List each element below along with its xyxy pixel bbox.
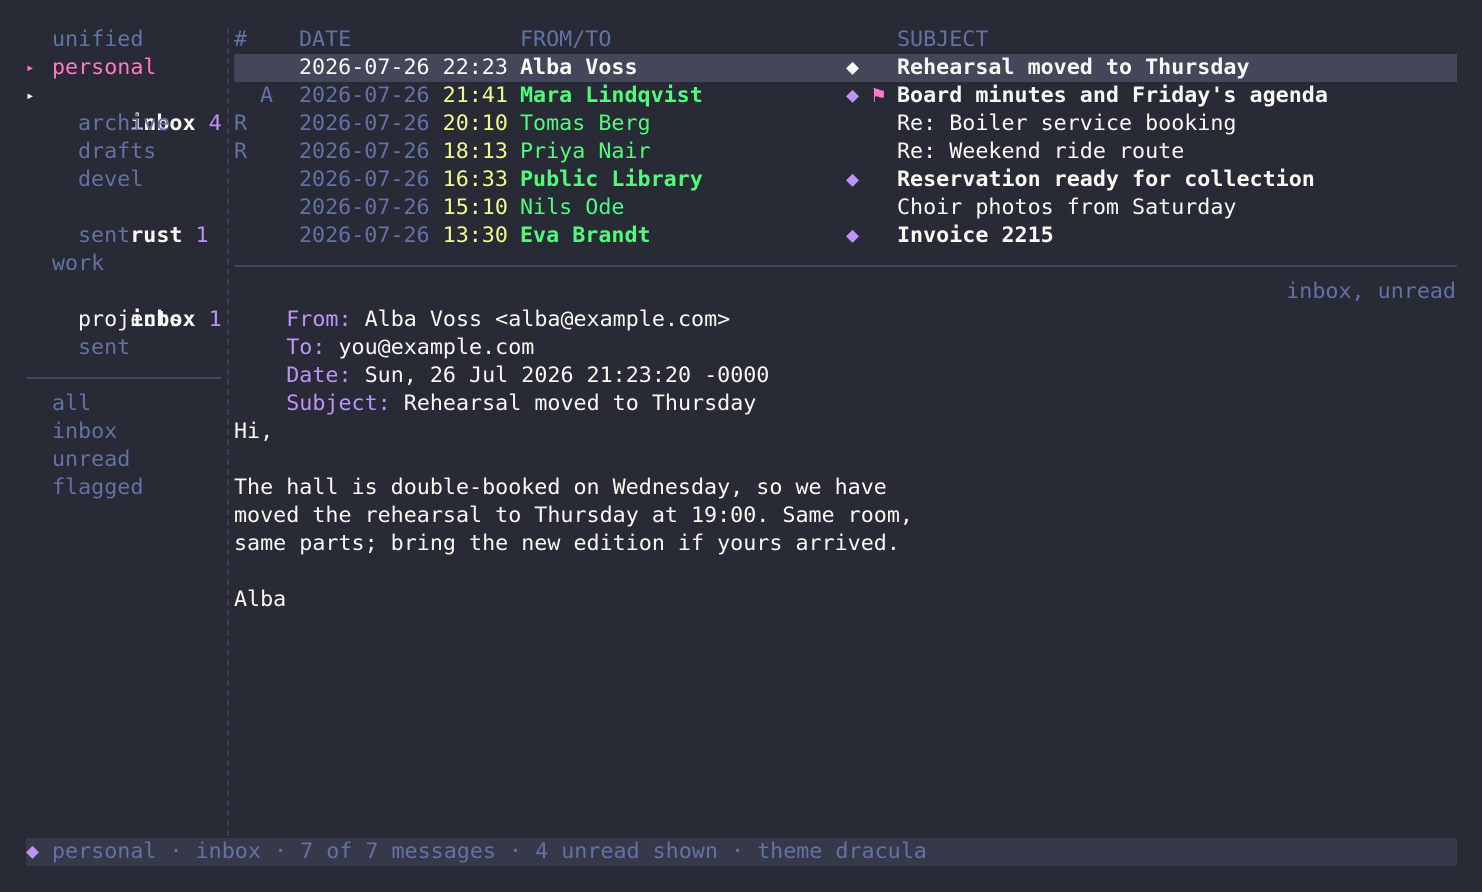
sidebar-item-devel[interactable]: devel <box>78 166 143 194</box>
message-date: 2026-07-26 21:41 <box>299 82 508 110</box>
unread-diamond-icon: ◆ <box>846 83 860 108</box>
message-from: Priya Nair <box>520 139 651 164</box>
table-row[interactable]: 2026-07-26 15:10 Nils Ode Choir photos f… <box>234 194 1457 222</box>
table-row[interactable]: 2026-07-26 22:23 Alba Voss ◆ Rehearsal m… <box>234 54 1457 82</box>
time-text: 16:33 <box>442 167 508 192</box>
unread-count: 1 <box>195 223 209 248</box>
sidebar-item-projects[interactable]: projects <box>78 306 182 334</box>
date-text: 2026-07-26 <box>299 195 430 220</box>
date-text: 2026-07-26 <box>299 139 430 164</box>
body-line: Alba <box>234 587 287 612</box>
header-value: Rehearsal moved to Thursday <box>403 391 757 416</box>
status-diamond-icon: ◆ <box>26 839 40 864</box>
time-text: 20:10 <box>442 111 508 136</box>
table-row[interactable]: R 2026-07-26 18:13 Priya Nair Re: Weeken… <box>234 138 1457 166</box>
message-from: Tomas Berg <box>520 111 651 136</box>
header-from: From: Alba Voss <alba@example.com> <box>234 278 730 332</box>
status-text: personal · inbox · 7 of 7 messages · 4 u… <box>52 839 927 864</box>
header-to: To: you@example.com <box>234 306 534 360</box>
message-subject: Choir photos from Saturday <box>897 195 1237 220</box>
message-from: Eva Brandt <box>520 223 651 248</box>
message-from: Public Library <box>520 167 703 192</box>
sidebar-item-archive[interactable]: archive <box>78 110 169 138</box>
expand-arrow-icon[interactable]: ▸ <box>26 82 34 110</box>
body-line: The hall is double-booked on Wednesday, … <box>234 475 887 500</box>
time-text: 22:23 <box>442 55 508 80</box>
message-date: 2026-07-26 13:30 <box>299 222 508 250</box>
sidebar-view-flagged[interactable]: flagged <box>52 474 143 502</box>
sidebar-item-work[interactable]: work <box>52 250 104 278</box>
date-text: 2026-07-26 <box>299 83 430 108</box>
sidebar-view-unread[interactable]: unread <box>52 446 130 474</box>
sidebar-item-work-inbox[interactable]: inbox 1 <box>78 278 221 332</box>
unread-count: 4 <box>208 111 222 136</box>
time-text: 18:13 <box>442 139 508 164</box>
message-from: Nils Ode <box>520 195 625 220</box>
body-line: Hi, <box>234 419 274 444</box>
message-subject: Re: Weekend ride route <box>897 139 1185 164</box>
message-subject: Rehearsal moved to Thursday <box>897 55 1250 80</box>
message-subject: Board minutes and Friday's agenda <box>897 83 1328 108</box>
sidebar-item-sent[interactable]: sent <box>78 222 130 250</box>
message-flag: A <box>260 83 274 108</box>
unread-diamond-icon: ◆ <box>846 223 860 248</box>
message-from: Mara Lindqvist <box>520 83 703 108</box>
message-tags: inbox, unread <box>1286 279 1456 304</box>
column-header-date[interactable]: DATE <box>299 26 351 54</box>
status-bar: ◆ personal · inbox · 7 of 7 messages · 4… <box>26 838 1457 866</box>
header-subject: Subject: Rehearsal moved to Thursday <box>234 362 756 416</box>
message-date: 2026-07-26 15:10 <box>299 194 508 222</box>
header-date: Date: Sun, 26 Jul 2026 21:23:20 -0000 <box>234 334 769 388</box>
unread-diamond-icon: ◆ <box>846 55 860 80</box>
folder-label: rust <box>130 223 183 248</box>
unread-diamond-icon: ◆ <box>846 167 860 192</box>
pane-divider[interactable] <box>227 28 229 836</box>
sidebar-item-inbox[interactable]: inbox 4 <box>78 82 221 136</box>
sidebar-item-unified[interactable]: unified <box>52 26 143 54</box>
expand-arrow-icon[interactable]: ▸ <box>26 54 34 82</box>
header-label: Subject: <box>286 391 391 416</box>
unread-count: 1 <box>208 307 222 332</box>
time-text: 15:10 <box>442 195 508 220</box>
folder-sidebar: unified ▸ personal ▸ inbox 4 archive dra… <box>0 0 226 892</box>
column-header-from[interactable]: FROM/TO <box>520 26 611 54</box>
sidebar-item-drafts[interactable]: drafts <box>78 138 156 166</box>
message-flag: R <box>234 111 248 136</box>
sidebar-divider <box>26 377 221 379</box>
sidebar-item-rust[interactable]: rust 1 <box>78 194 208 248</box>
date-text: 2026-07-26 <box>299 167 430 192</box>
time-text: 21:41 <box>442 83 508 108</box>
column-header-subject[interactable]: SUBJECT <box>897 26 988 54</box>
body-line: moved the rehearsal to Thursday at 19:00… <box>234 503 913 528</box>
message-subject: Re: Boiler service booking <box>897 111 1237 136</box>
time-text: 13:30 <box>442 223 508 248</box>
body-line: same parts; bring the new edition if you… <box>234 531 900 556</box>
message-date: 2026-07-26 16:33 <box>299 166 508 194</box>
date-text: 2026-07-26 <box>299 111 430 136</box>
message-subject: Invoice 2215 <box>897 223 1054 248</box>
message-from: Alba Voss <box>520 55 638 80</box>
column-header-num[interactable]: # <box>234 26 247 54</box>
date-text: 2026-07-26 <box>299 55 430 80</box>
table-row[interactable]: 2026-07-26 16:33 Public Library ◆ Reserv… <box>234 166 1457 194</box>
message-flag: R <box>234 139 248 164</box>
sidebar-item-personal[interactable]: personal <box>52 54 156 82</box>
message-date: 2026-07-26 18:13 <box>299 138 508 166</box>
list-preview-divider[interactable] <box>234 265 1457 267</box>
table-row[interactable]: R 2026-07-26 20:10 Tomas Berg Re: Boiler… <box>234 110 1457 138</box>
sidebar-view-inbox[interactable]: inbox <box>52 418 117 446</box>
message-date: 2026-07-26 22:23 <box>299 54 508 82</box>
list-header: # DATE FROM/TO SUBJECT <box>234 26 1457 54</box>
message-subject: Reservation ready for collection <box>897 167 1315 192</box>
date-text: 2026-07-26 <box>299 223 430 248</box>
table-row[interactable]: 2026-07-26 13:30 Eva Brandt ◆ Invoice 22… <box>234 222 1457 250</box>
sidebar-item-work-sent[interactable]: sent <box>78 334 130 362</box>
sidebar-view-all[interactable]: all <box>52 390 91 418</box>
flag-icon[interactable]: ⚑ <box>872 82 885 110</box>
message-date: 2026-07-26 20:10 <box>299 110 508 138</box>
table-row[interactable]: A 2026-07-26 21:41 Mara Lindqvist ◆ ⚑ Bo… <box>234 82 1457 110</box>
